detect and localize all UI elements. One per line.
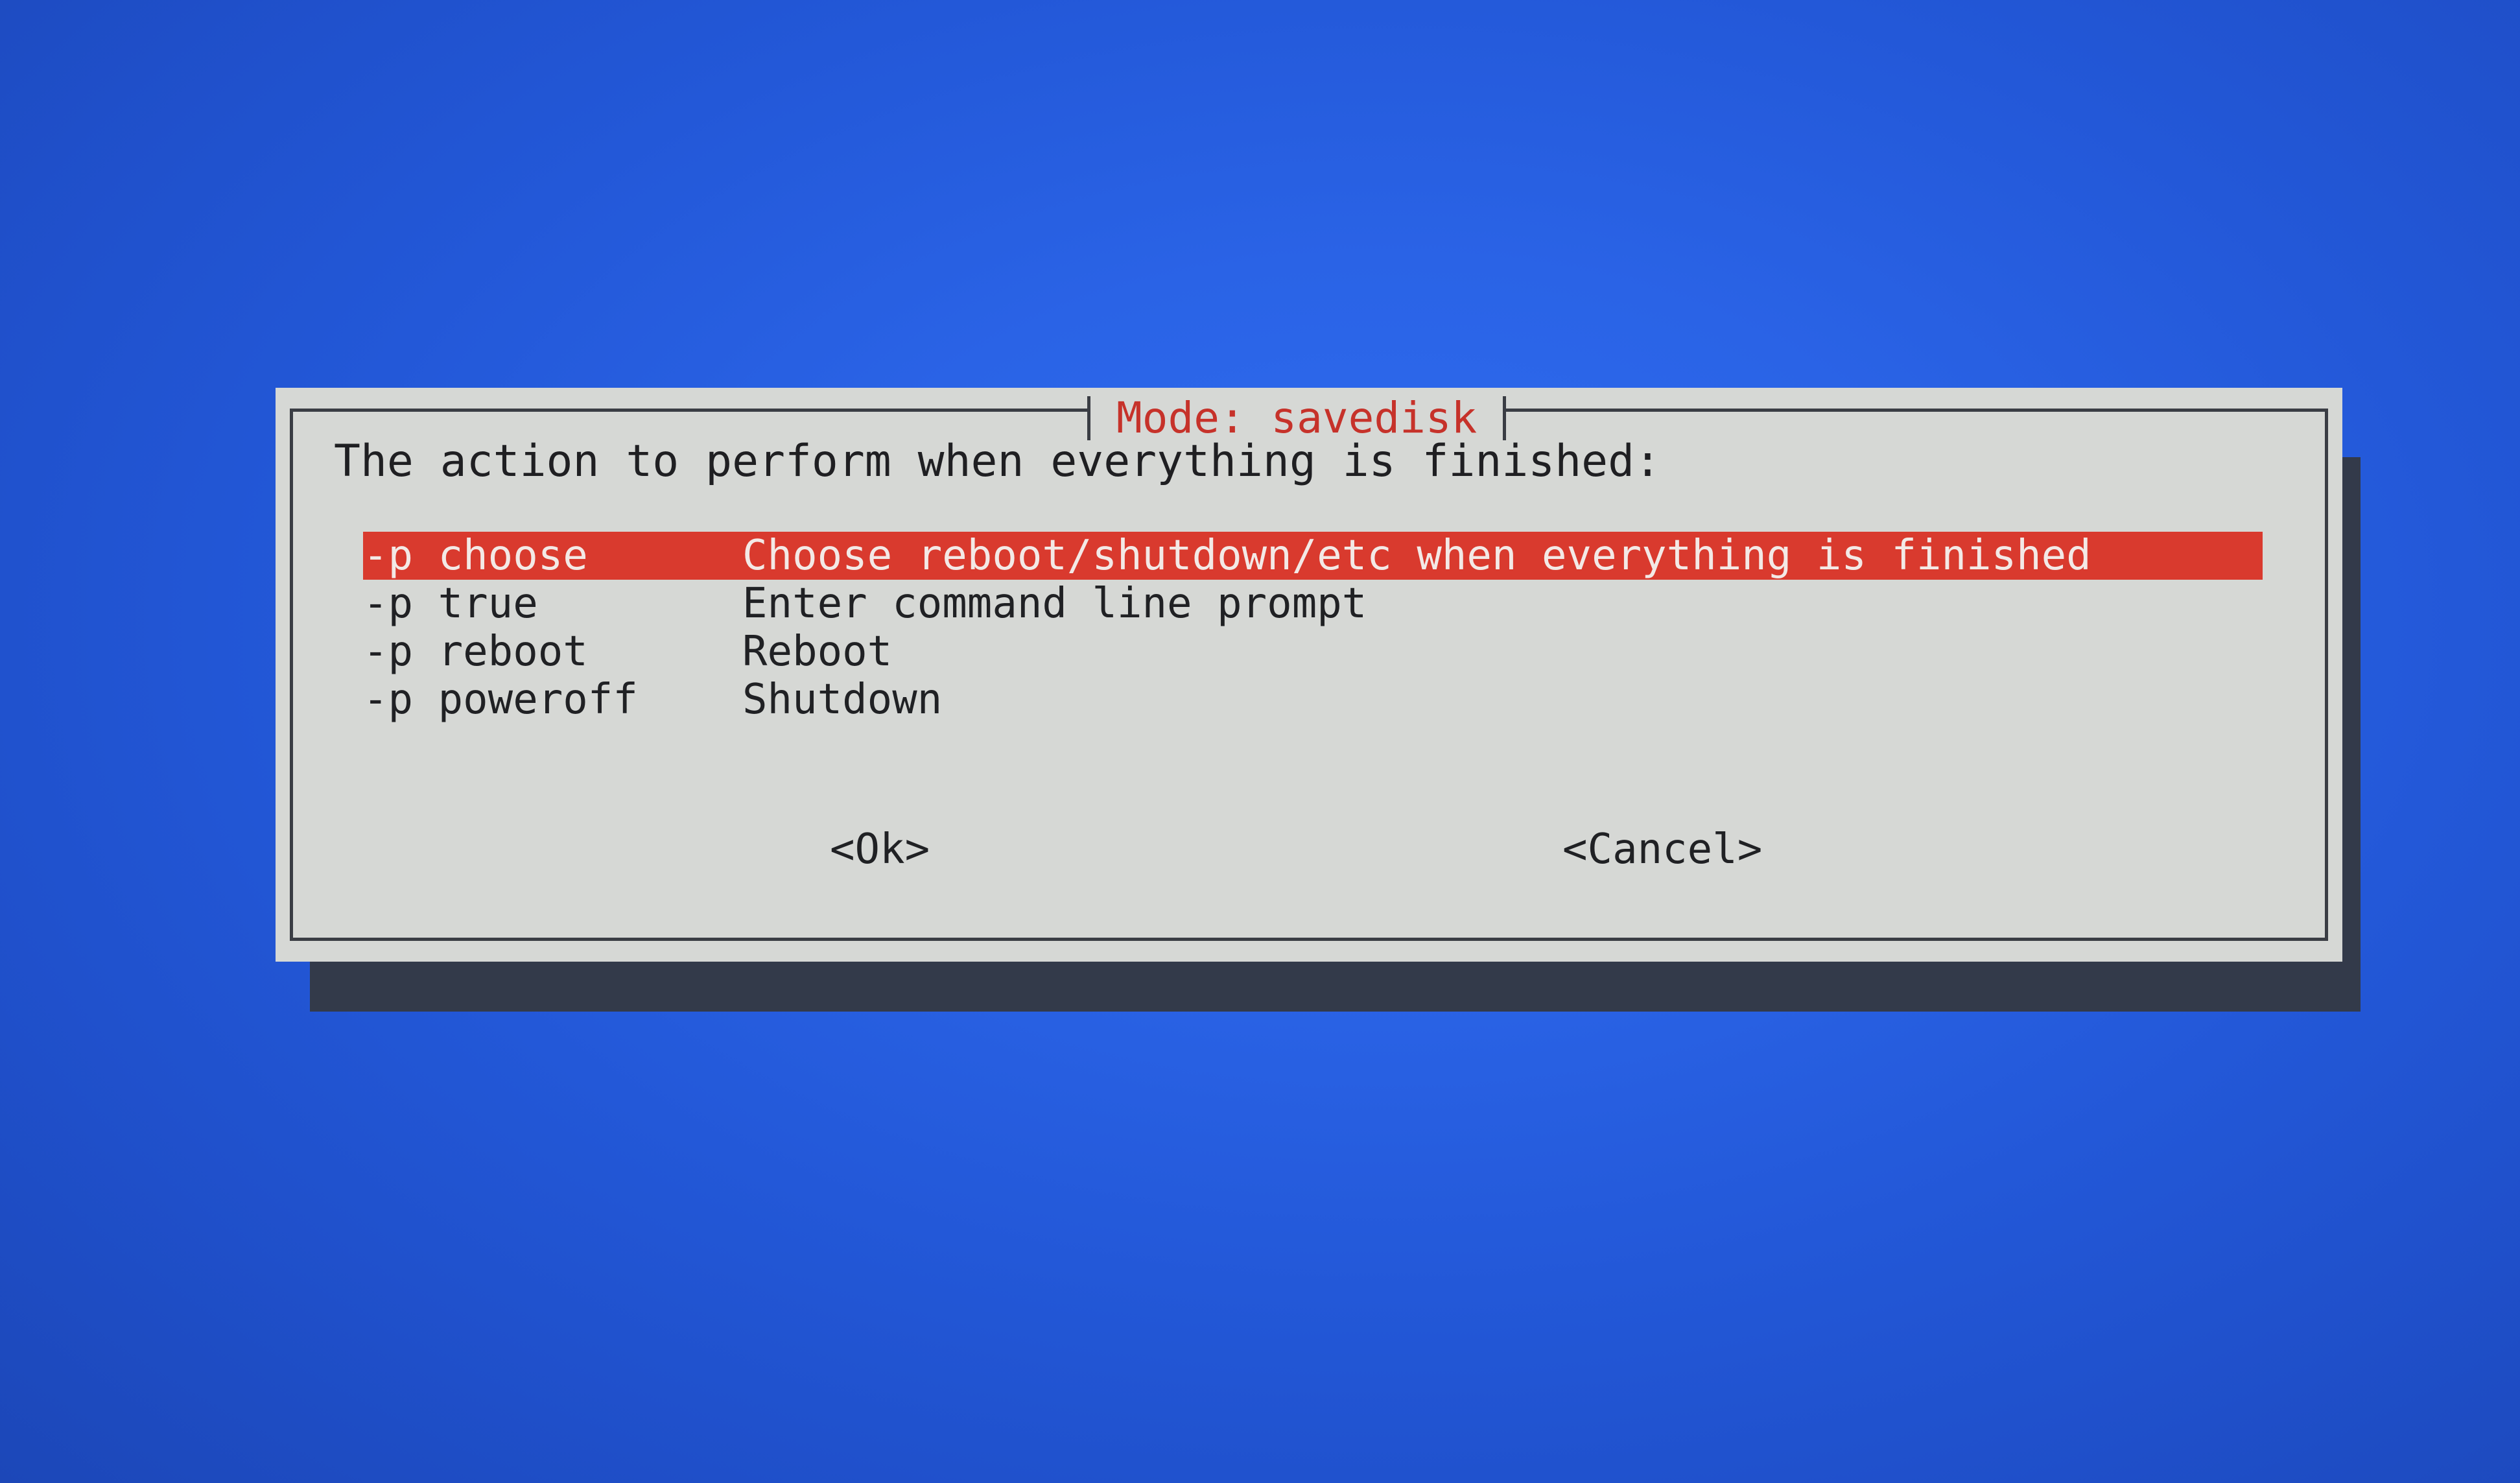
menu-item-reboot[interactable]: -p reboot Reboot xyxy=(363,628,2263,676)
dialog-buttons: <Ok> <Cancel> xyxy=(0,824,2520,875)
menu-item-description: Reboot xyxy=(742,628,893,676)
dialog-title: Mode: savedisk xyxy=(1087,396,1507,440)
ok-button[interactable]: <Ok> xyxy=(830,824,930,875)
menu-item-tag: -p choose xyxy=(363,532,588,580)
options-menu: -p choose Choose reboot/shutdown/etc whe… xyxy=(363,532,2263,724)
menu-item-choose[interactable]: -p choose Choose reboot/shutdown/etc whe… xyxy=(363,532,2263,580)
menu-item-tag: -p reboot xyxy=(363,628,588,676)
menu-item-tag: -p poweroff xyxy=(363,676,638,724)
menu-item-description: Enter command line prompt xyxy=(742,580,1367,628)
menu-item-true[interactable]: -p true Enter command line prompt xyxy=(363,580,2263,628)
menu-item-description: Choose reboot/shutdown/etc when everythi… xyxy=(742,532,2091,580)
menu-item-poweroff[interactable]: -p poweroff Shutdown xyxy=(363,676,2263,724)
cancel-button[interactable]: <Cancel> xyxy=(1562,824,1762,875)
dialog-prompt: The action to perform when everything is… xyxy=(334,436,1661,487)
menu-item-description: Shutdown xyxy=(742,676,943,724)
menu-item-tag: -p true xyxy=(363,580,538,628)
